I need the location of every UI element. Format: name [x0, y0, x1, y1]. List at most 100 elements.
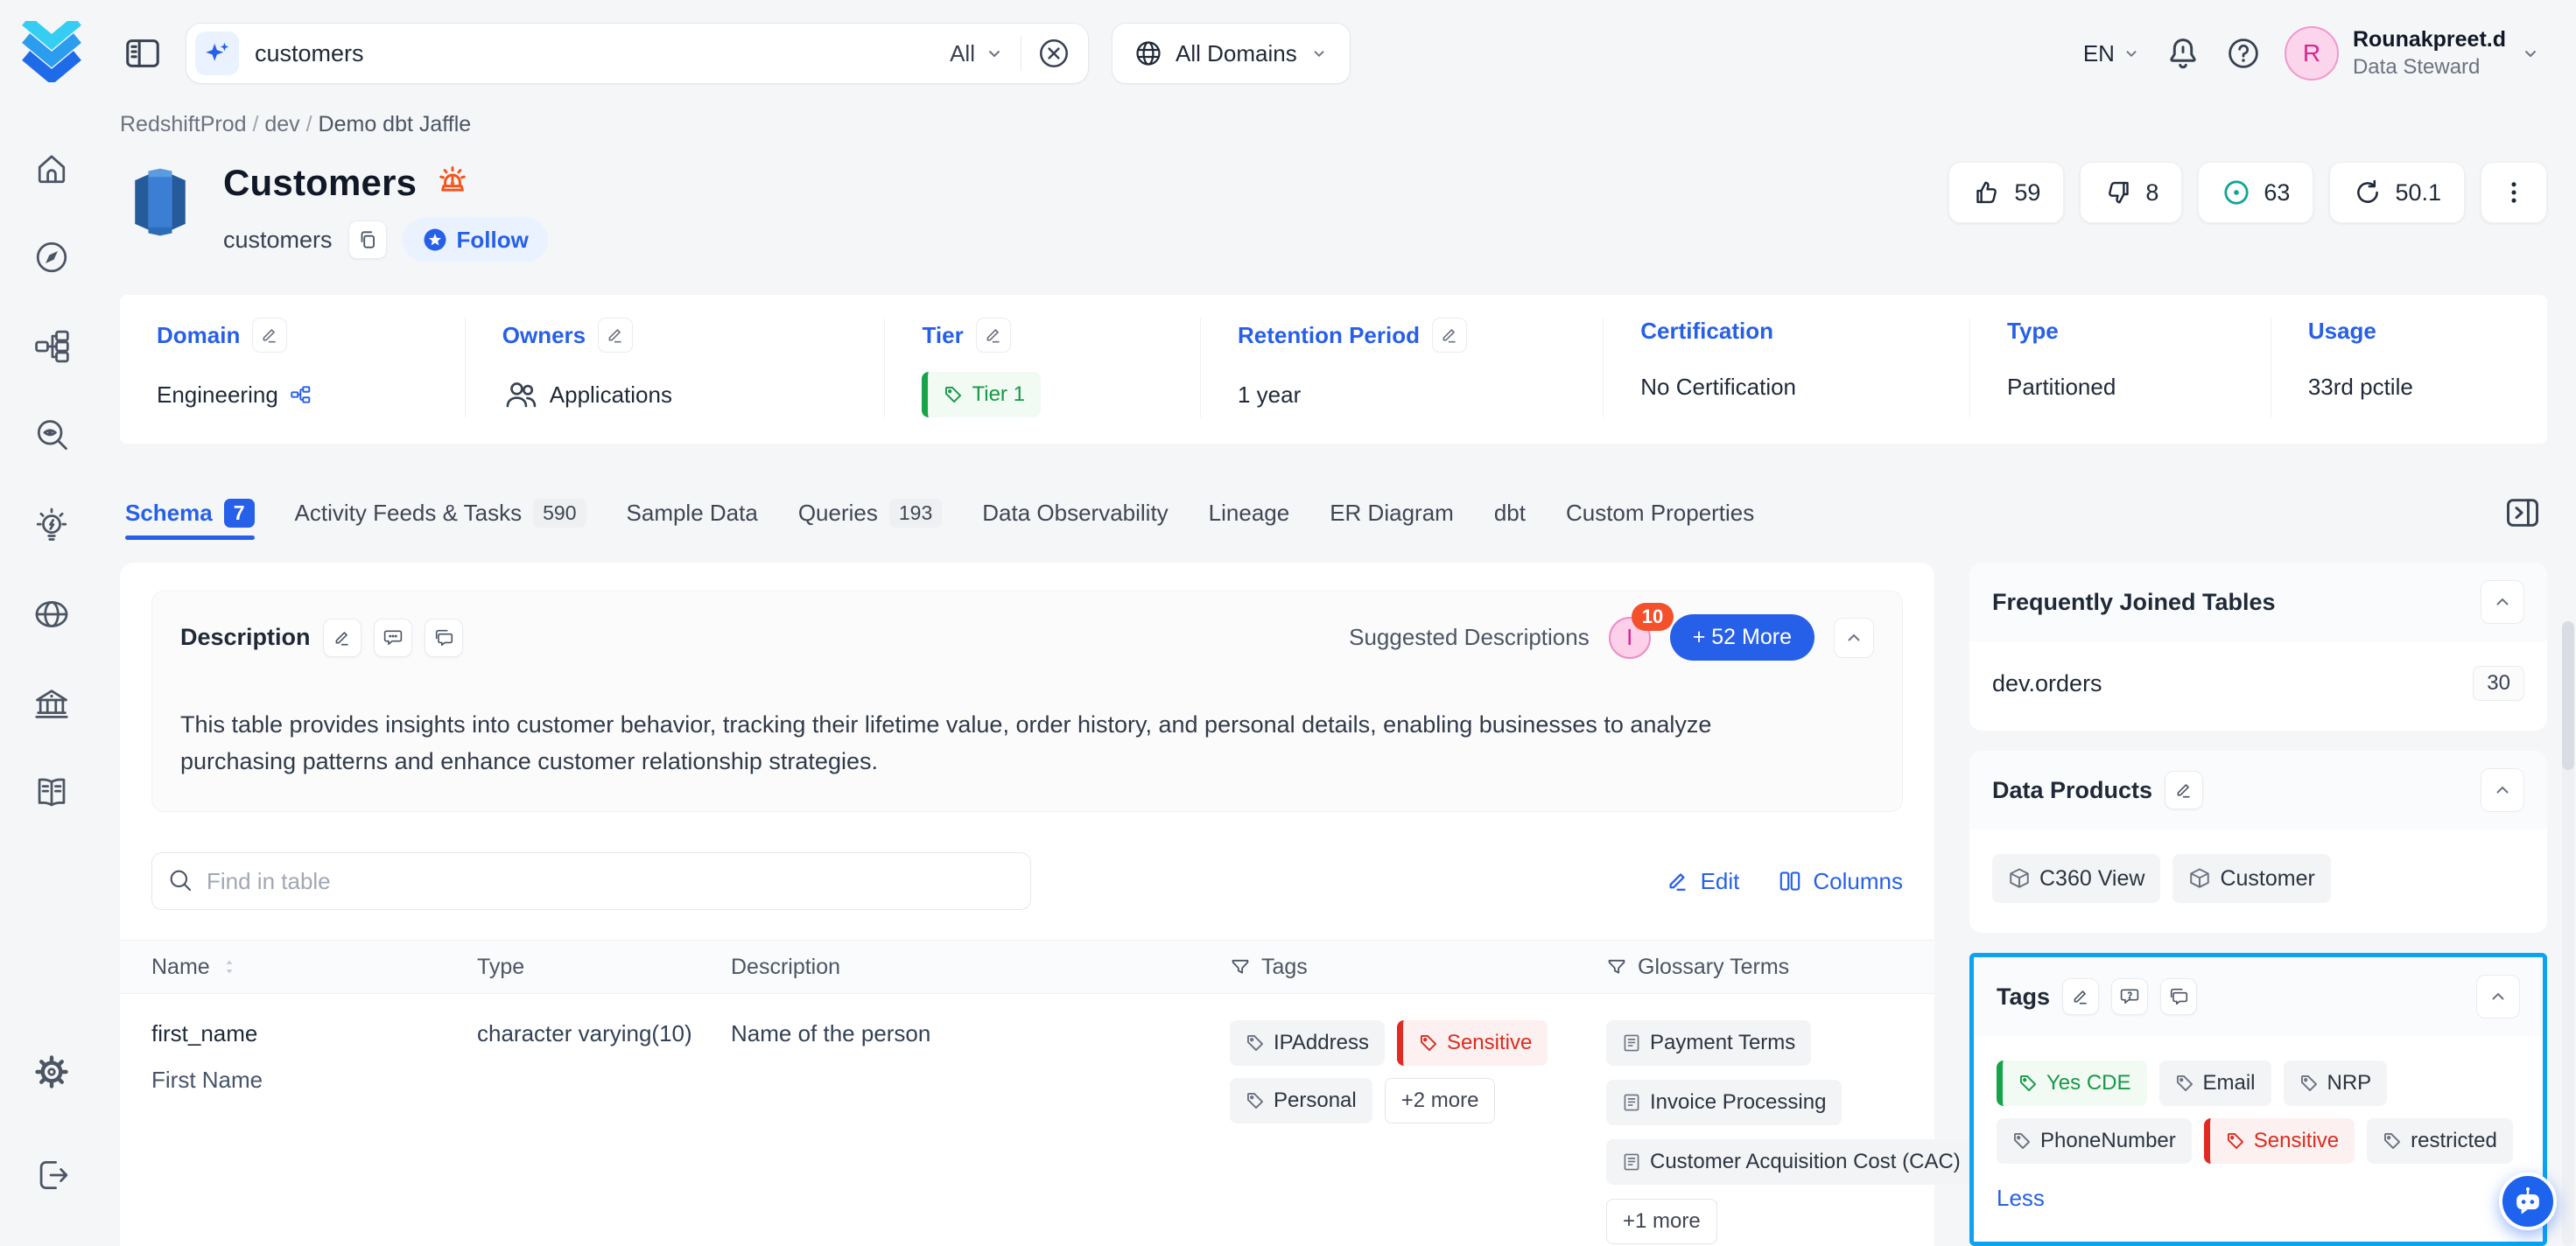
discover-compass-icon[interactable]	[32, 237, 72, 277]
atlan-logo-icon[interactable]	[13, 21, 90, 87]
tag-chip-yes-cde[interactable]: Yes CDE	[1997, 1060, 2147, 1106]
upvote-button[interactable]: 59	[1948, 162, 2064, 223]
filter-funnel-icon[interactable]	[1230, 956, 1251, 977]
governance-bank-icon[interactable]	[32, 683, 72, 724]
suggested-avatar-wrap: I 10	[1609, 617, 1651, 659]
tab-queries[interactable]: Queries193	[798, 482, 942, 543]
scrollbar-track[interactable]	[2562, 621, 2574, 1246]
header-type[interactable]: Type	[477, 955, 722, 980]
more-suggestions-button[interactable]: + 52 More	[1670, 614, 1814, 661]
edit-tags-button[interactable]	[2062, 978, 2099, 1015]
downvote-button[interactable]: 8	[2080, 162, 2182, 223]
user-menu[interactable]: R Rounakpreet.d Data Steward	[2285, 26, 2541, 80]
glossary-term-chip[interactable]: Customer Acquisition Cost (CAC)	[1606, 1139, 1976, 1185]
global-search-bar[interactable]: All	[186, 23, 1089, 84]
home-icon[interactable]	[32, 148, 72, 188]
tab-sample-data[interactable]: Sample Data	[627, 482, 758, 543]
tab-schema[interactable]: Schema7	[125, 482, 255, 543]
type-value: Partitioned	[2007, 374, 2116, 401]
search-scope-dropdown[interactable]: All	[950, 40, 1005, 67]
edit-tier-button[interactable]	[976, 318, 1011, 353]
ai-chatbot-button[interactable]	[2499, 1172, 2557, 1230]
tab-activity-feeds[interactable]: Activity Feeds & Tasks590	[295, 482, 586, 543]
owners-value[interactable]: Applications	[550, 382, 672, 409]
header-glossary[interactable]: Glossary Terms	[1606, 955, 1903, 980]
collapse-joined-button[interactable]	[2481, 580, 2524, 624]
edit-owners-button[interactable]	[598, 318, 633, 353]
tag-chip-sensitive[interactable]: Sensitive	[2204, 1118, 2355, 1164]
breadcrumb-database[interactable]: Demo dbt Jaffle	[319, 112, 472, 136]
scrollbar-thumb[interactable]	[2562, 621, 2574, 770]
collapse-tags-button[interactable]	[2476, 975, 2520, 1018]
glossary-term-chip[interactable]: Invoice Processing	[1606, 1080, 1842, 1125]
data-product-chip[interactable]: Customer	[2172, 854, 2330, 903]
tag-chip-nrp[interactable]: NRP	[2284, 1060, 2388, 1106]
tab-er-diagram[interactable]: ER Diagram	[1330, 482, 1454, 543]
copy-name-button[interactable]	[348, 220, 387, 259]
edit-description-button[interactable]	[323, 619, 361, 657]
filter-funnel-icon[interactable]	[1606, 956, 1627, 977]
tag-chip-phonenumber[interactable]: PhoneNumber	[1997, 1118, 2192, 1164]
find-in-table-input[interactable]	[151, 852, 1031, 910]
edit-domain-button[interactable]	[252, 318, 287, 353]
ai-sparkles-icon[interactable]	[195, 32, 239, 75]
products-lineage-icon[interactable]	[32, 326, 72, 367]
joined-table-row[interactable]: dev.orders 30	[1992, 666, 2524, 701]
table-row[interactable]: first_name First Name character varying(…	[120, 994, 1934, 1244]
settings-gear-icon[interactable]	[32, 1052, 72, 1092]
edit-columns-button[interactable]: Edit	[1666, 868, 1740, 895]
tag-chip-restricted[interactable]: restricted	[2367, 1118, 2513, 1164]
header-tags[interactable]: Tags	[1230, 955, 1597, 980]
tag-chip[interactable]: IPAddress	[1230, 1020, 1385, 1066]
tier-chip[interactable]: Tier 1	[922, 372, 1040, 417]
globe-web-icon[interactable]	[32, 594, 72, 634]
tab-dbt[interactable]: dbt	[1494, 482, 1526, 543]
announcement-siren-icon[interactable]	[434, 163, 471, 204]
collapse-data-products-button[interactable]	[2481, 768, 2524, 812]
sort-icon[interactable]	[221, 957, 238, 976]
header-description[interactable]: Description	[731, 955, 1221, 980]
columns-button[interactable]: Columns	[1778, 868, 1903, 895]
copy-description-button[interactable]	[425, 619, 463, 657]
more-actions-kebab-button[interactable]	[2481, 162, 2547, 223]
glossary-term-chip[interactable]: Payment Terms	[1606, 1020, 1811, 1066]
more-glossary-chip[interactable]: +1 more	[1606, 1199, 1717, 1244]
glossary-book-icon[interactable]	[32, 773, 72, 813]
score-button[interactable]: 63	[2198, 162, 2313, 223]
insights-bulb-icon[interactable]	[32, 505, 72, 545]
logout-icon[interactable]	[32, 1155, 72, 1195]
global-search-input[interactable]	[255, 40, 934, 67]
breadcrumb-schema[interactable]: dev	[264, 112, 318, 136]
expand-side-panel-icon[interactable]	[2503, 494, 2542, 532]
help-icon[interactable]	[2225, 35, 2262, 72]
all-domains-dropdown[interactable]: All Domains	[1112, 23, 1351, 84]
notifications-bell-icon[interactable]	[2164, 34, 2202, 73]
comment-description-button[interactable]	[374, 619, 412, 657]
data-product-chip[interactable]: C360 View	[1992, 854, 2160, 903]
observability-search-eye-icon[interactable]	[32, 416, 72, 456]
tab-lineage[interactable]: Lineage	[1209, 482, 1290, 543]
language-selector[interactable]: EN	[2083, 40, 2141, 67]
user-avatar[interactable]: R	[2285, 26, 2339, 80]
popularity-button[interactable]: 50.1	[2329, 162, 2465, 223]
follow-button[interactable]: Follow	[403, 218, 548, 262]
tag-chip[interactable]: Personal	[1230, 1078, 1372, 1124]
collapse-description-button[interactable]	[1834, 618, 1874, 658]
tab-data-observability[interactable]: Data Observability	[982, 482, 1168, 543]
domain-value[interactable]: Engineering	[157, 382, 278, 409]
tag-chip-email[interactable]: Email	[2159, 1060, 2271, 1106]
show-less-link[interactable]: Less	[1997, 1185, 2045, 1212]
sidebar-toggle-icon[interactable]	[123, 33, 163, 74]
header-name[interactable]: Name	[151, 955, 468, 980]
clear-search-icon[interactable]	[1037, 37, 1070, 70]
copy-tags-button[interactable]	[2160, 978, 2197, 1015]
breadcrumb-connection[interactable]: RedshiftProd	[120, 112, 264, 136]
column-name[interactable]: first_name	[151, 1020, 468, 1047]
more-tags-chip[interactable]: +2 more	[1385, 1078, 1496, 1124]
tag-chip-sensitive[interactable]: Sensitive	[1397, 1020, 1548, 1066]
comment-tags-button[interactable]	[2111, 978, 2148, 1015]
edit-data-products-button[interactable]	[2165, 771, 2203, 809]
joined-table-name[interactable]: dev.orders	[1992, 670, 2102, 697]
tab-custom-properties[interactable]: Custom Properties	[1566, 482, 1754, 543]
edit-retention-button[interactable]	[1432, 318, 1467, 353]
